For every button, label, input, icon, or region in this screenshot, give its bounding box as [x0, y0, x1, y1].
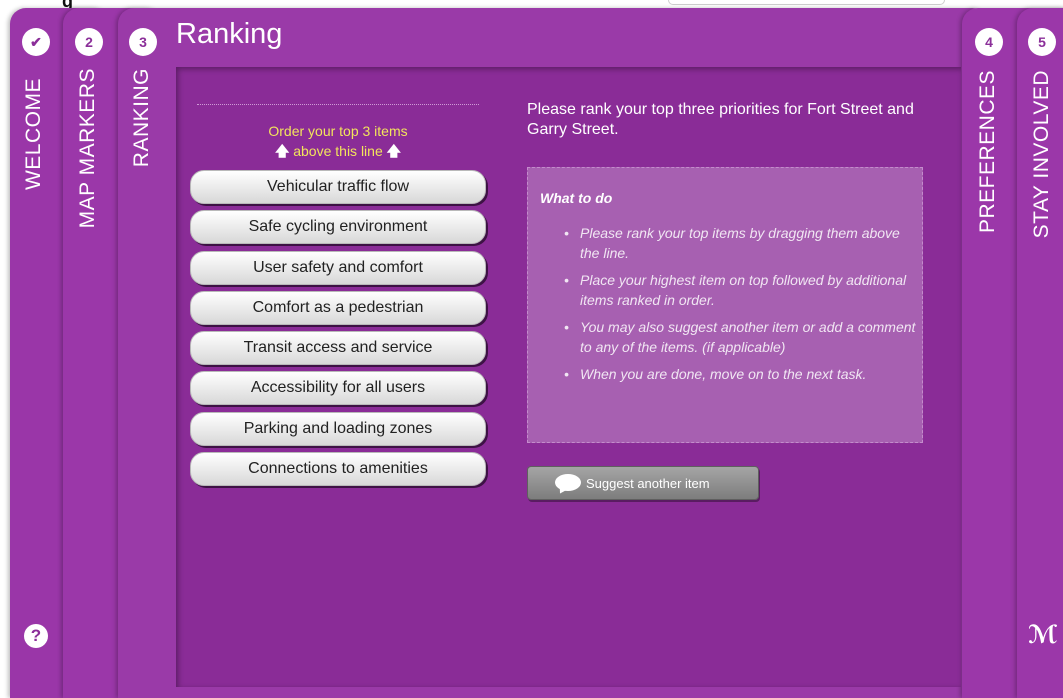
tab-map-markers-number: 2	[75, 28, 103, 56]
rank-item[interactable]: Connections to amenities	[190, 452, 486, 487]
rank-item[interactable]: User safety and comfort	[190, 250, 486, 285]
rank-item[interactable]: Vehicular traffic flow	[190, 170, 486, 204]
order-line-2: 🡅 above this line 🡅	[197, 141, 479, 161]
tab-preferences-label: PREFERENCES	[976, 70, 999, 234]
rank-item[interactable]: Comfort as a pedestrian	[190, 290, 486, 325]
tab-welcome-label: WELCOME	[22, 78, 45, 191]
what-to-do-list: Please rank your top items by dragging t…	[556, 224, 920, 393]
tab-stay-involved-label: STAY INVOLVED	[1030, 70, 1053, 239]
what-to-do-item: When you are done, move on to the next t…	[564, 365, 920, 385]
tab-ranking-label: RANKING	[130, 68, 153, 168]
order-line-2-text: above this line	[293, 143, 383, 159]
tab-ranking-number: 3	[129, 28, 157, 56]
rank-items-list: Vehicular traffic flow Safe cycling envi…	[190, 170, 486, 492]
top-outline	[668, 0, 945, 5]
rank-item[interactable]: Parking and loading zones	[190, 411, 486, 446]
ranking-cutoff-line	[197, 104, 479, 105]
what-to-do-title: What to do	[540, 190, 613, 206]
page-title: Ranking	[176, 18, 283, 50]
arrow-up-icon: 🡅	[386, 143, 402, 159]
tab-stay-involved[interactable]: 5 STAY INVOLVED	[1017, 8, 1063, 698]
suggest-button-label: Suggest another item	[586, 475, 710, 491]
what-to-do-item: You may also suggest another item or add…	[564, 318, 920, 357]
tab-preferences-number: 4	[975, 28, 1003, 56]
what-to-do-box: What to do Please rank your top items by…	[527, 167, 923, 443]
speech-bubble-icon	[555, 474, 581, 491]
order-line-1: Order your top 3 items	[268, 123, 408, 139]
rank-item[interactable]: Transit access and service	[190, 331, 486, 366]
tab-map-markers-label: MAP MARKERS	[76, 68, 99, 229]
intro-text: Please rank your top three priorities fo…	[527, 101, 914, 138]
what-to-do-item: Place your highest item on top followed …	[564, 271, 920, 310]
what-to-do-item: Please rank your top items by dragging t…	[564, 224, 920, 263]
logo-icon: ℳ	[1028, 620, 1058, 649]
check-icon: ✔	[22, 28, 50, 56]
tab-stay-involved-number: 5	[1028, 28, 1056, 56]
rank-item[interactable]: Accessibility for all users	[190, 371, 486, 406]
help-icon[interactable]: ?	[24, 624, 48, 648]
ranking-instructions: Order your top 3 items 🡅 above this line…	[197, 121, 479, 161]
rank-item[interactable]: Safe cycling environment	[190, 210, 486, 245]
arrow-up-icon: 🡅	[274, 143, 290, 159]
suggest-another-item-button[interactable]: Suggest another item	[527, 466, 759, 500]
